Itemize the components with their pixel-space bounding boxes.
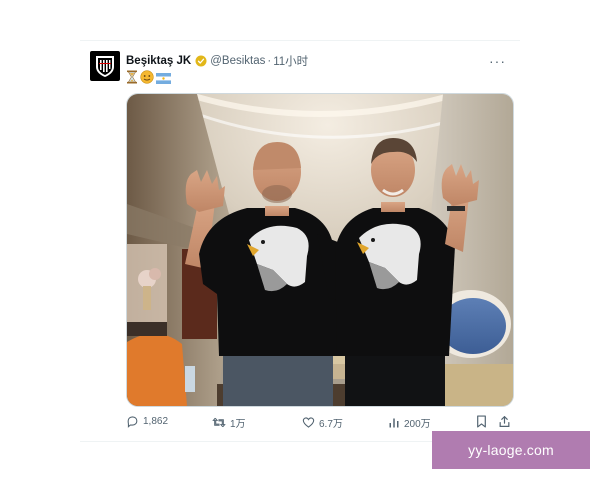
tweet-photo[interactable] [126,93,514,407]
reply-icon [127,416,138,428]
retweet-button[interactable]: 1万 [212,415,246,430]
retweet-icon [212,417,226,428]
name-line: Beşiktaş JK @Besiktas · 11小时 [126,53,308,69]
photo-image [127,94,513,406]
more-options-icon[interactable]: ··· [489,53,506,69]
flag-argentina-icon [156,71,171,89]
hourglass-icon [126,70,138,89]
heart-icon [302,417,315,428]
avatar[interactable] [90,51,120,81]
watermark-banner: yy-laoge.com [432,431,590,469]
retweet-count: 1万 [230,419,246,430]
reply-count: 1,862 [143,416,169,427]
verified-badge-icon [195,55,207,67]
user-handle[interactable]: @Besiktas [210,55,265,67]
views-button[interactable]: 200万 [388,415,431,430]
share-button[interactable] [498,415,511,428]
tweet-card: Beşiktaş JK @Besiktas · 11小时 ··· 1,862 1… [80,40,520,442]
tweet-header: Beşiktaş JK @Besiktas · 11小时 ··· [90,51,510,87]
reply-button[interactable]: 1,862 [126,415,168,428]
tweet-text [126,70,171,89]
timestamp[interactable]: 11小时 [273,53,308,69]
bookmark-icon [477,415,486,428]
like-button[interactable]: 6.7万 [302,415,343,430]
display-name[interactable]: Beşiktaş JK [126,55,191,67]
face-icon [140,70,154,89]
like-count: 6.7万 [319,419,343,430]
bookmark-button[interactable] [476,415,487,428]
share-icon [499,416,510,427]
views-count: 200万 [404,419,431,430]
separator-dot: · [267,55,272,67]
besiktas-crest-icon [96,56,114,77]
views-chart-icon [389,418,399,427]
